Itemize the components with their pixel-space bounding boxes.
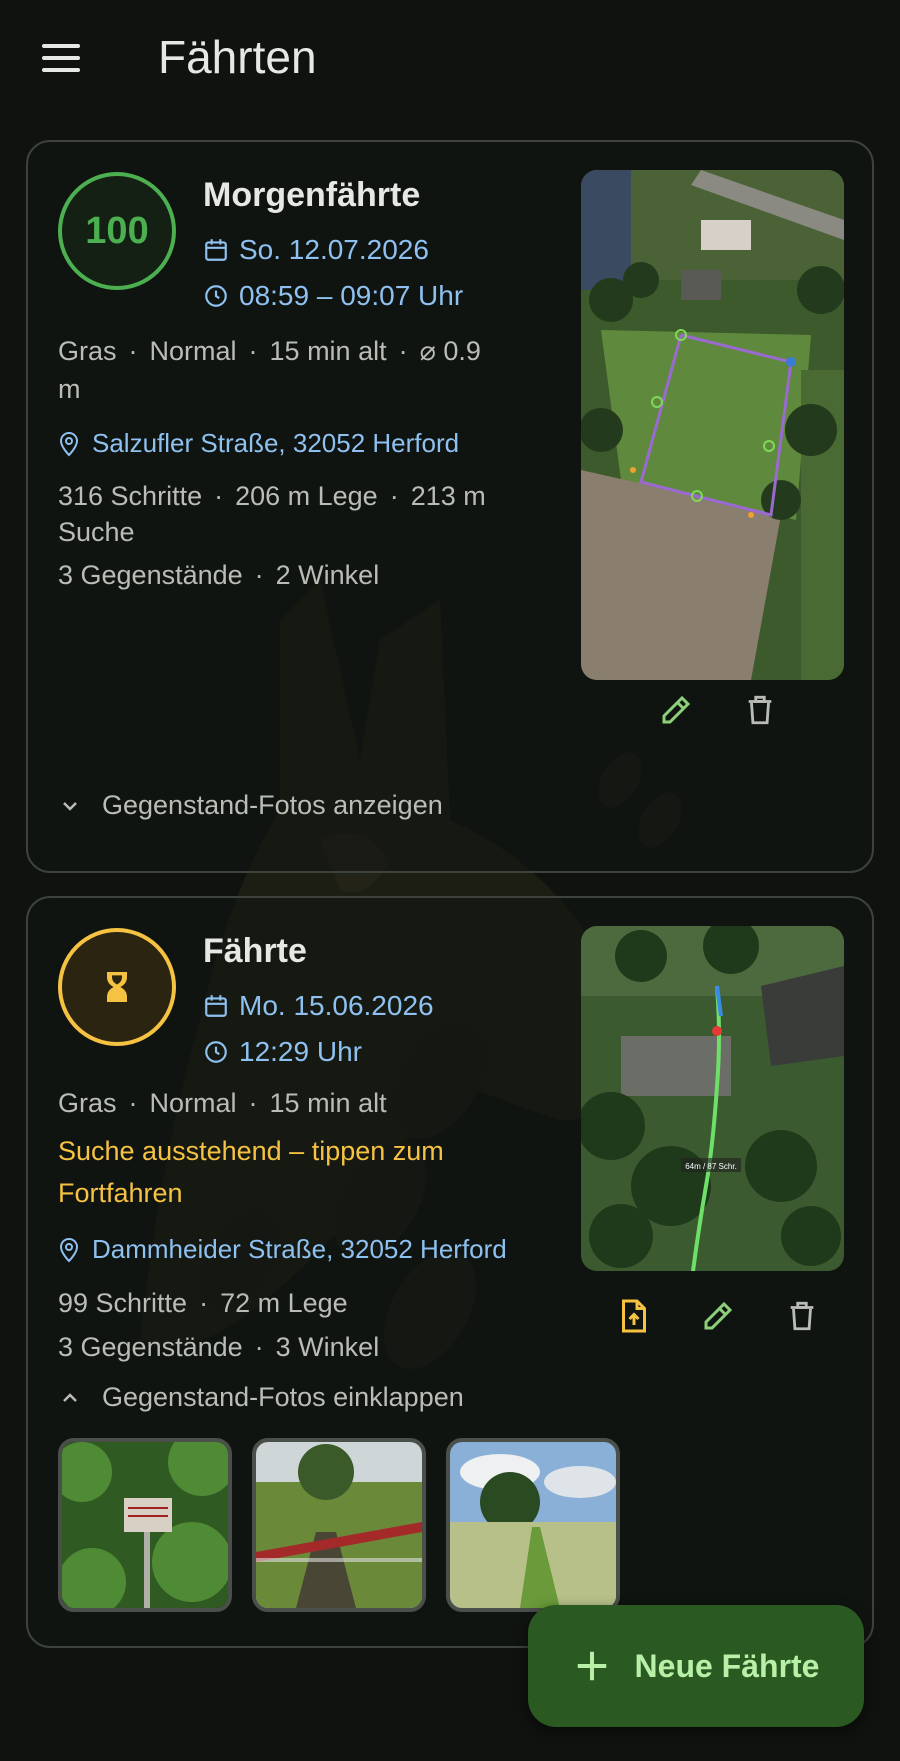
track-date-text: Mo. 15.06.2026 [239, 990, 434, 1021]
track-stats: 316 Schritte · 206 m Lege · 213 m Suche [58, 481, 486, 547]
track-title: Morgenfährte [203, 176, 421, 214]
upload-file-icon[interactable] [614, 1296, 654, 1336]
score-badge: 100 [58, 172, 176, 290]
hourglass-icon [107, 972, 127, 1002]
track-time: 12:29 Uhr [203, 1036, 362, 1068]
stat-search-label: Suche [58, 517, 135, 547]
track-location[interactable]: Dammheider Straße, 32052 Herford [58, 1234, 507, 1265]
edit-icon[interactable] [656, 690, 696, 730]
track-location-text: Dammheider Straße, 32052 Herford [92, 1234, 507, 1264]
stat-angles: 3 Winkel [275, 1332, 380, 1362]
item-photo-1[interactable] [58, 1438, 232, 1612]
condition-age: 15 min alt [269, 1088, 387, 1118]
track-time: 08:59 – 09:07 Uhr [203, 280, 463, 312]
track-location-text: Salzufler Straße, 32052 Herford [92, 428, 460, 458]
track-map-thumbnail[interactable] [581, 170, 844, 680]
location-pin-icon [59, 431, 79, 456]
condition-ground: Gras [58, 1088, 117, 1118]
calendar-icon [205, 995, 227, 1017]
photos-toggle-label: Gegenstand-Fotos einklappen [102, 1382, 464, 1412]
condition-width: ⌀ 0.9 [419, 336, 481, 366]
track-card-morgenfaehrte[interactable]: 100 Morgenfährte So. 12.07.2026 08:59 – … [26, 140, 874, 873]
track-date: Mo. 15.06.2026 [203, 990, 434, 1022]
plus-icon [577, 1651, 606, 1681]
calendar-icon [205, 239, 227, 261]
new-track-button-label: Neue Fährte [634, 1647, 820, 1684]
photos-toggle-collapse[interactable]: Gegenstand-Fotos einklappen [58, 1382, 464, 1413]
menu-icon[interactable] [36, 40, 84, 80]
new-track-button[interactable]: Neue Fährte [528, 1605, 864, 1727]
app-bar: Fährten [0, 0, 900, 120]
pending-text-line2: Fortfahren [58, 1178, 183, 1208]
map-distance-label: 64m / 87 Schr. [685, 1162, 737, 1171]
track-time-text: 08:59 – 09:07 Uhr [239, 280, 464, 311]
track-items: 3 Gegenstände · 2 Winkel [58, 560, 380, 590]
pending-search-notice[interactable]: Suche ausstehend – tippen zum Fortfahren [58, 1130, 528, 1214]
condition-unit: m [58, 374, 81, 404]
track-map-thumbnail[interactable]: 64m / 87 Schr. [581, 926, 844, 1271]
track-time-text: 12:29 Uhr [239, 1036, 362, 1067]
photos-toggle-label: Gegenstand-Fotos anzeigen [102, 790, 443, 820]
chevron-up-icon [63, 1392, 77, 1402]
condition-ground: Gras [58, 336, 117, 366]
item-photo-3[interactable] [446, 1438, 620, 1612]
delete-icon[interactable] [740, 690, 780, 730]
stat-items: 3 Gegenstände [58, 1332, 243, 1362]
track-conditions: Gras · Normal · 15 min alt · ⌀ 0.9 m [58, 336, 481, 404]
condition-difficulty: Normal [149, 336, 237, 366]
location-pin-icon [59, 1237, 79, 1262]
stat-angles: 2 Winkel [275, 560, 380, 590]
stat-lay: 206 m Lege [235, 481, 378, 511]
track-stats: 99 Schritte · 72 m Lege [58, 1288, 348, 1318]
stat-steps: 99 Schritte [58, 1288, 188, 1318]
clock-icon [205, 285, 227, 307]
item-photo-2[interactable] [252, 1438, 426, 1612]
item-photos [58, 1438, 620, 1612]
delete-icon[interactable] [782, 1296, 822, 1336]
track-title: Fährte [203, 932, 307, 970]
clock-icon [205, 1041, 227, 1063]
track-date: So. 12.07.2026 [203, 234, 429, 266]
track-actions [614, 1296, 822, 1336]
condition-difficulty: Normal [149, 1088, 237, 1118]
track-date-text: So. 12.07.2026 [239, 234, 429, 265]
edit-icon[interactable] [698, 1296, 738, 1336]
track-card-faehrte[interactable]: Fährte Mo. 15.06.2026 12:29 Uhr Gras · Nor… [26, 896, 874, 1648]
stat-steps: 316 Schritte [58, 481, 203, 511]
condition-age: 15 min alt [269, 336, 387, 366]
track-actions [656, 690, 780, 730]
track-location[interactable]: Salzufler Straße, 32052 Herford [58, 428, 459, 459]
status-pending-badge [58, 928, 176, 1046]
stat-items: 3 Gegenstände [58, 560, 243, 590]
stat-search: 213 m [410, 481, 486, 511]
track-items: 3 Gegenstände · 3 Winkel [58, 1332, 380, 1362]
page-title: Fährten [158, 31, 317, 83]
stat-lay: 72 m Lege [220, 1288, 348, 1318]
pending-text-line1: Suche ausstehend – tippen zum [58, 1136, 444, 1166]
track-conditions: Gras · Normal · 15 min alt [58, 1088, 387, 1118]
photos-toggle-show[interactable]: Gegenstand-Fotos anzeigen [58, 790, 443, 821]
chevron-down-icon [63, 801, 77, 811]
